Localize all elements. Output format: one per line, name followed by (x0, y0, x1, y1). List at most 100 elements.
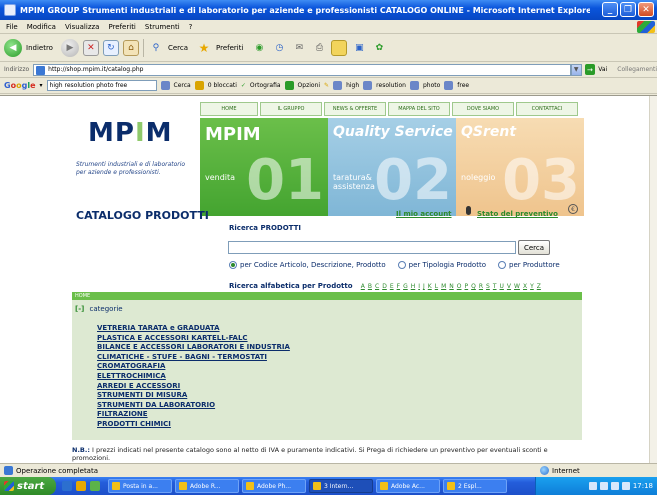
google-search-icon[interactable] (160, 81, 170, 90)
stop-icon[interactable]: ✕ (82, 39, 99, 56)
account-link[interactable]: Il mio account (396, 210, 452, 218)
category-link[interactable]: BILANCE E ACCESSORI LABORATORI E INDUSTR… (97, 343, 290, 353)
go-arrow-icon[interactable]: → (584, 64, 596, 75)
product-search-input[interactable] (228, 241, 516, 254)
home-icon[interactable]: ⌂ (122, 39, 139, 56)
nav-news-offerte[interactable]: NEWS & OFFERTE (324, 102, 386, 116)
back-arrow-icon[interactable]: ◀ (4, 38, 22, 57)
restore-button[interactable]: ❐ (620, 2, 636, 17)
nav-home[interactable]: HOME (200, 102, 258, 116)
forward-arrow-icon[interactable]: ▶ (60, 38, 79, 57)
alpha-letter-link[interactable]: X (523, 283, 527, 290)
tray-icon-3[interactable] (610, 482, 619, 490)
term-high[interactable]: high (346, 82, 359, 89)
menu-visualizza[interactable]: Visualizza (65, 23, 99, 31)
alpha-letter-link[interactable]: Y (530, 283, 534, 290)
menu-file[interactable]: File (6, 23, 18, 31)
alpha-letter-link[interactable]: C (375, 283, 379, 290)
blocked-label[interactable]: 0 bloccati (208, 82, 237, 89)
site-logo[interactable]: MPIM (88, 118, 173, 148)
category-link[interactable]: ARREDI E ACCESSORI (97, 382, 290, 392)
radio-tipologia[interactable] (397, 261, 406, 269)
alpha-letter-link[interactable]: D (382, 283, 387, 290)
popup-blocker-icon[interactable] (194, 81, 204, 90)
highlight-icon[interactable]: ✎ (324, 82, 329, 89)
menu-help[interactable]: ? (189, 23, 193, 31)
category-link[interactable]: CLIMATICHE - STUFE - BAGNI - TERMOSTATI (97, 353, 290, 363)
history-icon[interactable]: ◷ (271, 40, 287, 56)
refresh-icon[interactable]: ↻ (102, 39, 119, 56)
category-link[interactable]: FILTRAZIONE (97, 410, 290, 420)
security-zone[interactable]: Internet (540, 466, 580, 475)
cart-icon[interactable]: € (568, 204, 578, 214)
close-button[interactable]: ✕ (638, 2, 654, 17)
tree-toggle-icon[interactable]: [-] (75, 305, 84, 313)
media-icon[interactable]: ◉ (251, 40, 267, 56)
print-icon[interactable]: ⎙ (311, 40, 327, 56)
alpha-letter-link[interactable]: Z (537, 283, 541, 290)
category-link[interactable]: ELETTROCHIMICA (97, 372, 290, 382)
category-link[interactable]: PRODOTTI CHIMICI (97, 420, 290, 430)
product-search-button[interactable]: Cerca (518, 240, 550, 255)
minimize-button[interactable]: _ (602, 2, 618, 17)
alpha-letter-link[interactable]: F (397, 283, 400, 290)
alpha-letter-link[interactable]: N (449, 283, 454, 290)
alpha-letter-link[interactable]: L (435, 283, 438, 290)
alpha-letter-link[interactable]: K (428, 283, 432, 290)
nav-mappa-sito[interactable]: MAPPA DEL SITO (388, 102, 450, 116)
panel-quality-service[interactable]: Quality Service taratura& assistenza 02 (328, 118, 456, 216)
address-input[interactable]: http://shop.mpim.it/catalog.php (33, 63, 571, 76)
back-button-label[interactable]: Indietro (26, 44, 53, 52)
media-quicklaunch-icon[interactable] (90, 481, 100, 491)
alpha-letter-link[interactable]: O (457, 283, 462, 290)
desktop-quicklaunch-icon[interactable] (76, 481, 86, 491)
edit-icon[interactable] (331, 39, 348, 56)
title-bar[interactable]: MPIM GROUP Strumenti industriali e di la… (0, 0, 657, 20)
panel-qsrent[interactable]: QSrent noleggio 03 (456, 118, 584, 216)
options-icon[interactable] (284, 81, 294, 90)
alpha-letter-link[interactable]: B (368, 283, 372, 290)
messenger-icon[interactable]: ✿ (371, 40, 387, 56)
spellcheck-icon[interactable]: ✓ (241, 82, 246, 89)
menu-strumenti[interactable]: Strumenti (145, 23, 180, 31)
category-link[interactable]: VETRERIA TARATA e GRADUATA (97, 324, 290, 334)
search-icon[interactable]: ⚲ (148, 40, 164, 56)
taskbar-task-button[interactable]: Adobe Ph... (242, 479, 306, 493)
alpha-letter-link[interactable]: M (441, 283, 446, 290)
vertical-scrollbar[interactable] (649, 96, 657, 463)
category-link[interactable]: STRUMENTI DI MISURA (97, 391, 290, 401)
go-button-label[interactable]: Vai (598, 66, 607, 73)
alpha-letter-link[interactable]: P (465, 283, 469, 290)
nav-dove-siamo[interactable]: DOVE SIAMO (452, 102, 514, 116)
term-photo[interactable]: photo (423, 82, 440, 89)
panel-vendita[interactable]: MPIM vendita 01 (200, 118, 328, 216)
start-button[interactable]: start (0, 477, 56, 495)
favorites-button-label[interactable]: Preferiti (216, 44, 243, 52)
taskbar-task-button[interactable]: Adobe R... (175, 479, 239, 493)
discuss-icon[interactable]: ▣ (351, 40, 367, 56)
alpha-letter-link[interactable]: I (418, 283, 420, 290)
menu-modifica[interactable]: Modifica (27, 23, 56, 31)
links-label[interactable]: Collegamenti (617, 66, 657, 73)
favorites-star-icon[interactable]: ★ (196, 40, 212, 56)
google-logo-dropdown-icon[interactable]: ▾ (40, 82, 43, 89)
google-search-input[interactable]: high resolution photo free (46, 80, 157, 91)
alpha-letter-link[interactable]: U (500, 283, 504, 290)
alpha-letter-link[interactable]: A (361, 283, 365, 290)
taskbar-task-button[interactable]: 3 Intern... (309, 479, 373, 493)
ie-quicklaunch-icon[interactable] (62, 481, 72, 491)
radio-produttore[interactable] (498, 261, 506, 269)
taskbar-task-button[interactable]: 2 Espl... (443, 479, 507, 493)
breadcrumb-home[interactable]: HOME (72, 292, 582, 300)
options-label[interactable]: Opzioni (298, 82, 321, 89)
category-link[interactable]: PLASTICA E ACCESSORI KARTELL-FALC (97, 334, 290, 344)
alpha-letter-link[interactable]: J (423, 283, 425, 290)
term-resolution[interactable]: resolution (376, 82, 406, 89)
nav-contattaci[interactable]: CONTATTACI (516, 102, 578, 116)
taskbar-task-button[interactable]: Posta in a... (108, 479, 172, 493)
alpha-letter-link[interactable]: R (479, 283, 483, 290)
spellcheck-label[interactable]: Ortografia (250, 82, 281, 89)
alpha-letter-link[interactable]: S (486, 283, 490, 290)
quote-status-link[interactable]: Stato del preventivo (477, 210, 558, 218)
alpha-letter-link[interactable]: T (493, 283, 497, 290)
